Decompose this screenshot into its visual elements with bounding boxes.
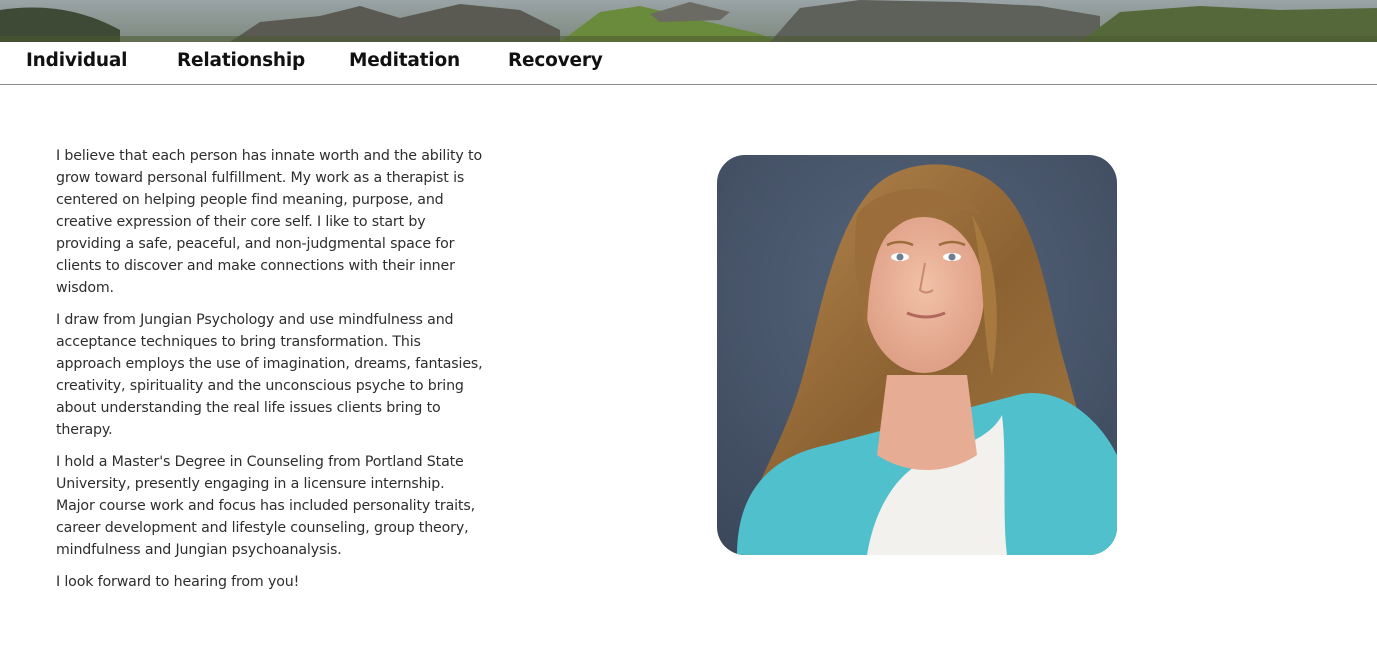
paragraph-education: I hold a Master's Degree in Counseling f… xyxy=(56,454,475,558)
landscape-illustration xyxy=(0,0,1377,42)
header-banner-image xyxy=(0,0,1377,42)
therapist-portrait xyxy=(717,155,1117,555)
nav-item-recovery[interactable]: Recovery xyxy=(508,50,603,71)
main-navigation: Individual Relationship Meditation Recov… xyxy=(0,42,1377,85)
nav-item-meditation[interactable]: Meditation xyxy=(349,50,460,71)
paragraph-philosophy: I believe that each person has innate wo… xyxy=(56,148,482,296)
about-text: I believe that each person has innate wo… xyxy=(56,145,486,603)
nav-item-individual[interactable]: Individual xyxy=(26,50,127,71)
nav-item-relationship[interactable]: Relationship xyxy=(177,50,305,71)
portrait-photo xyxy=(717,155,1117,555)
paragraph-approach: I draw from Jungian Psychology and use m… xyxy=(56,312,483,438)
paragraph-closing: I look forward to hearing from you! xyxy=(56,574,300,590)
